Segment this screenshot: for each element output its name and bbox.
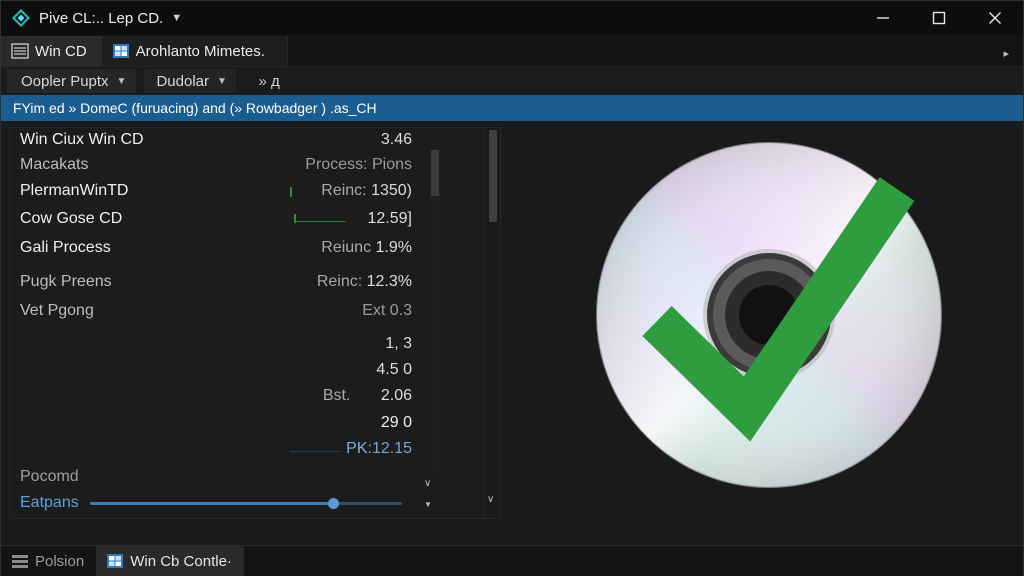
- scroll-down-arrow-icon[interactable]: ∨: [424, 478, 431, 489]
- scroll-down-small-icon[interactable]: ▼: [424, 500, 432, 509]
- item-value: Reiunc 1.9%: [321, 239, 412, 256]
- list-item[interactable]: Cow Gose CD 12.59]: [20, 207, 412, 231]
- list-item[interactable]: Pugk Preens Reinc: 12.3%: [20, 270, 412, 294]
- scrollbar-thumb[interactable]: [431, 150, 439, 196]
- slider-handle[interactable]: [328, 498, 340, 509]
- view-dropdown[interactable]: Dudolar ▼: [144, 69, 237, 93]
- list-item[interactable]: Win Ciux Win CD 3.46: [20, 128, 412, 152]
- item-value: Process: Pions: [305, 156, 412, 173]
- app-window: Pive CL:.. Lep CD. ▼ Win CD Arohlanto Mi…: [0, 0, 1024, 576]
- item-name: PlermanWinTD: [20, 182, 129, 199]
- list-item[interactable]: Vet Pgong Ext 0.3: [20, 299, 412, 323]
- scroll-down-arrow-icon[interactable]: ∨: [487, 494, 494, 505]
- close-button[interactable]: [967, 1, 1023, 35]
- list-item[interactable]: 4.5 0: [20, 358, 412, 382]
- status-label: Win Cb Contle·: [130, 552, 232, 570]
- settings-bars-icon: [12, 555, 28, 568]
- item-value: 1, 3: [385, 335, 412, 352]
- windows-logo-icon: [112, 44, 129, 58]
- chevron-down-icon: ▼: [216, 75, 227, 87]
- view-dropdown-label: Dudolar: [156, 72, 209, 90]
- more-actions-button[interactable]: » д: [258, 73, 279, 90]
- item-name: Gali Process: [20, 239, 111, 256]
- tab-overflow-icon[interactable]: ▸: [1003, 47, 1009, 60]
- item-value: 29 0: [380, 414, 412, 431]
- list-item[interactable]: PlermanWinTD Reinc: 1350): [20, 179, 412, 203]
- footer-label: Pocomd: [20, 468, 79, 485]
- slider-fill: [90, 502, 334, 505]
- app-logo-icon: [12, 9, 30, 27]
- process-list-panel: Win Ciux Win CD 3.46 Macakats Process: P…: [9, 127, 501, 519]
- item-name: Pugk Preens: [20, 273, 112, 290]
- list-item[interactable]: PK:12.15: [20, 437, 412, 461]
- activity-indicator: [294, 214, 296, 223]
- scrollbar-thumb[interactable]: [489, 130, 497, 222]
- list-icon: [11, 43, 29, 59]
- panel-scrollbar[interactable]: ∨: [484, 128, 500, 518]
- windows-logo-icon: [107, 554, 124, 568]
- tab-label: Win CD: [35, 42, 87, 60]
- level-slider[interactable]: [90, 498, 402, 509]
- toolbar: Oopler Puptx ▼ Dudolar ▼ » д: [1, 67, 1023, 95]
- item-value: 12.59]: [367, 210, 412, 227]
- title-bar: Pive CL:.. Lep CD. ▼: [1, 1, 1023, 35]
- item-name: Macakats: [20, 156, 89, 173]
- slider-label: Eatpans: [20, 494, 79, 511]
- filter-dropdown[interactable]: Oopler Puptx ▼: [7, 69, 137, 93]
- minimize-icon: [877, 17, 889, 19]
- chevron-down-icon: ▼: [116, 75, 127, 87]
- item-value: Bst. 2.06: [322, 387, 412, 404]
- list-item[interactable]: Macakats Process: Pions: [20, 153, 412, 177]
- tab-win-cd[interactable]: Win CD: [1, 36, 102, 66]
- list-item[interactable]: 1, 3: [20, 332, 412, 356]
- title-chevron-down-icon[interactable]: ▼: [171, 12, 182, 24]
- status-item-position[interactable]: Polsion: [1, 546, 96, 576]
- item-name: Vet Pgong: [20, 302, 94, 319]
- cd-disc-icon: [596, 142, 942, 488]
- window-controls: [855, 1, 1023, 35]
- tab-label: Arohlanto Mimetes.: [135, 42, 265, 60]
- activity-sparkline: [290, 451, 340, 452]
- activity-indicator: [290, 187, 292, 197]
- close-icon: [989, 12, 1001, 24]
- list-item[interactable]: Bst. 2.06: [20, 384, 412, 408]
- item-value: Reinc: 12.3%: [316, 273, 412, 290]
- item-name: Win Ciux Win CD: [20, 131, 144, 148]
- filter-dropdown-label: Oopler Puptx: [21, 72, 109, 90]
- status-item-winlabel[interactable]: Win Cb Contle·: [96, 546, 244, 576]
- item-value: Reinc: 1350): [321, 182, 412, 199]
- breadcrumb-text: FYim ed » DomeC (furuacing) and (» Rowba…: [13, 100, 377, 116]
- item-value: PK:12.15: [346, 440, 412, 457]
- item-value: 3.46: [380, 131, 412, 148]
- list-scrollbar[interactable]: [430, 150, 440, 470]
- item-name: Cow Gose CD: [20, 210, 123, 227]
- tab-arohlanto[interactable]: Arohlanto Mimetes.: [101, 36, 288, 66]
- maximize-icon: [932, 11, 946, 25]
- activity-sparkline: [294, 221, 346, 222]
- cd-check-illustration: [561, 121, 1001, 541]
- status-bar: Polsion Win Cb Contle·: [1, 545, 1023, 576]
- tab-bar: Win CD Arohlanto Mimetes. ▸: [1, 35, 1023, 67]
- breadcrumb[interactable]: FYim ed » DomeC (furuacing) and (» Rowba…: [1, 95, 1023, 121]
- minimize-button[interactable]: [855, 1, 911, 35]
- maximize-button[interactable]: [911, 1, 967, 35]
- status-label: Polsion: [35, 552, 85, 570]
- item-value: 4.5 0: [376, 361, 412, 378]
- item-value: Ext 0.3: [362, 302, 412, 319]
- list-item[interactable]: 29 0: [20, 411, 412, 435]
- list-item[interactable]: Gali Process Reiunc 1.9%: [20, 236, 412, 260]
- window-title: Pive CL:.. Lep CD.: [39, 9, 164, 27]
